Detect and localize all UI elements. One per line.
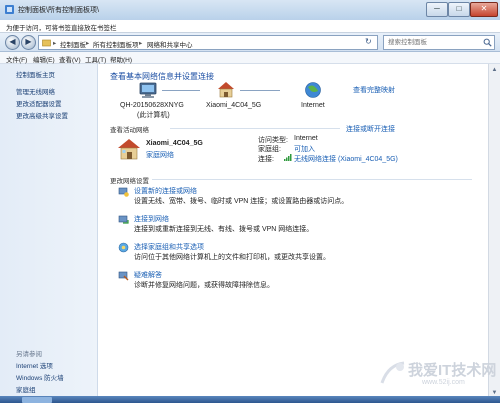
menu-help[interactable]: 帮助(H): [110, 54, 132, 64]
divider: [152, 179, 472, 180]
forward-button[interactable]: ▶: [21, 35, 36, 50]
back-button[interactable]: ◀: [5, 35, 20, 50]
full-map-link[interactable]: 查看完整映射: [353, 85, 395, 95]
map-internet-label: Internet: [301, 102, 325, 109]
control-panel-icon: [5, 5, 14, 14]
computer-icon: [139, 82, 157, 98]
home-network-icon: [118, 139, 140, 160]
map-link-line: [240, 90, 280, 91]
taskbar-button[interactable]: [22, 397, 52, 403]
sidebar-item-internet-options[interactable]: Internet 选项: [16, 360, 53, 370]
sidebar: 控制面板主页 管理无线网络 更改适配器设置 更改高级共享设置 另请参阅 Inte…: [0, 64, 98, 403]
bookmark-info-bar: 为便于访问，可将书签直接放在书签栏: [0, 20, 500, 33]
refresh-button[interactable]: ↻: [365, 37, 372, 46]
task-connect-network-link[interactable]: 连接到网络: [134, 214, 169, 224]
access-type-value: Internet: [294, 135, 318, 142]
task-new-connection-link[interactable]: 设置新的连接或网络: [134, 186, 197, 196]
breadcrumb-separator: ▸: [139, 40, 143, 47]
wireless-connection-link[interactable]: 无线网络连接 (Xiaomi_4C04_5G): [294, 154, 398, 164]
see-also-header: 另请参阅: [16, 351, 42, 358]
active-network-name: Xiaomi_4C04_5G: [146, 140, 203, 147]
watermark: 我爱IT技术网 www.52ij.com: [378, 355, 498, 395]
new-connection-icon: [118, 187, 129, 197]
close-button[interactable]: ✕: [470, 2, 498, 17]
search-input[interactable]: [388, 37, 478, 48]
minimize-button[interactable]: ─: [426, 2, 448, 17]
change-settings-header: 更改网络设置: [110, 178, 149, 185]
window-title: 控制面板\所有控制面板项\: [18, 7, 99, 14]
address-bar[interactable]: ▸ 控制面板 ▸ 所有控制面板项 ▸ 网络和共享中心 ↻: [38, 35, 378, 50]
title-bar: 控制面板\所有控制面板项\ ─ □ ✕: [0, 0, 500, 21]
troubleshoot-icon: [118, 271, 129, 281]
taskbar: [0, 396, 500, 403]
watermark-url: www.52ij.com: [422, 379, 465, 386]
menu-tools[interactable]: 工具(T): [85, 54, 106, 64]
breadcrumb-control-panel[interactable]: 控制面板: [60, 39, 86, 49]
vertical-scrollbar[interactable]: ▲ ▼: [488, 64, 500, 403]
homegroup-icon: [118, 242, 129, 253]
folder-icon: [42, 39, 51, 47]
task-homegroup-desc: 访问位于其他网络计算机上的文件和打印机，或更改共享设置。: [134, 254, 330, 261]
task-troubleshoot-link[interactable]: 疑难解答: [134, 270, 162, 280]
navigation-bar: ◀ ▶ ▸ 控制面板 ▸ 所有控制面板项 ▸ 网络和共享中心 ↻: [0, 33, 500, 52]
connect-network-icon: [118, 215, 129, 224]
wifi-signal-icon: [284, 154, 292, 161]
task-new-connection-desc: 设置无线、宽带、拨号、临时或 VPN 连接；或设置路由器或访问点。: [134, 198, 349, 205]
sidebar-home-link[interactable]: 控制面板主页: [16, 69, 55, 79]
info-text: 为便于访问，可将书签直接放在书签栏: [6, 25, 117, 32]
divider: [170, 128, 340, 129]
breadcrumb-separator: ▸: [86, 40, 90, 47]
breadcrumb-all-items[interactable]: 所有控制面板项: [93, 39, 139, 49]
task-troubleshoot-desc: 诊断并修复网络问题，或获得故障排除信息。: [134, 282, 274, 289]
menu-edit[interactable]: 编辑(E): [33, 54, 55, 64]
page-title: 查看基本网络信息并设置连接: [110, 72, 214, 81]
sidebar-item-adapter-settings[interactable]: 更改适配器设置: [16, 98, 62, 108]
menu-bar: 文件(F) 编辑(E) 查看(V) 工具(T) 帮助(H): [0, 52, 500, 64]
computer-sub-label: (此计算机): [137, 112, 170, 119]
watermark-text: 我爱IT技术网: [408, 362, 497, 379]
sidebar-item-homegroup[interactable]: 家庭组: [16, 384, 36, 394]
map-link-line: [162, 90, 200, 91]
breadcrumb-network-center[interactable]: 网络和共享中心: [147, 39, 193, 49]
menu-file[interactable]: 文件(F): [6, 54, 27, 64]
task-homegroup-link[interactable]: 选择家庭组和共享选项: [134, 242, 204, 252]
homegroup-label: 家庭组:: [258, 146, 281, 153]
menu-view[interactable]: 查看(V): [59, 54, 81, 64]
scroll-up-icon[interactable]: ▲: [490, 66, 499, 75]
active-networks-header: 查看活动网络: [110, 127, 149, 134]
search-icon[interactable]: [483, 38, 492, 47]
computer-name: QH-20150628XNYG: [120, 102, 184, 109]
house-network-icon: [218, 82, 234, 98]
connection-label: 连接:: [258, 156, 274, 163]
main-content: 查看基本网络信息并设置连接 查看完整映射 QH-20150628XNYG (此计…: [98, 64, 488, 403]
sidebar-item-advanced-sharing[interactable]: 更改高级共享设置: [16, 110, 68, 120]
task-connect-network-desc: 连接到或重新连接到无线、有线、拨号或 VPN 网络连接。: [134, 226, 314, 233]
homegroup-join-link[interactable]: 可加入: [294, 144, 315, 154]
breadcrumb-separator: ▸: [53, 40, 57, 47]
globe-icon: [305, 82, 321, 98]
sidebar-item-manage-wireless[interactable]: 管理无线网络: [16, 86, 55, 96]
watermark-logo-icon: [380, 361, 405, 384]
network-type-link[interactable]: 家庭网络: [146, 150, 174, 160]
maximize-button[interactable]: □: [448, 2, 470, 17]
connect-disconnect-link[interactable]: 连接或断开连接: [346, 124, 395, 134]
sidebar-item-firewall[interactable]: Windows 防火墙: [16, 372, 64, 382]
search-box[interactable]: [383, 35, 495, 50]
map-network-name: Xiaomi_4C04_5G: [206, 102, 262, 109]
